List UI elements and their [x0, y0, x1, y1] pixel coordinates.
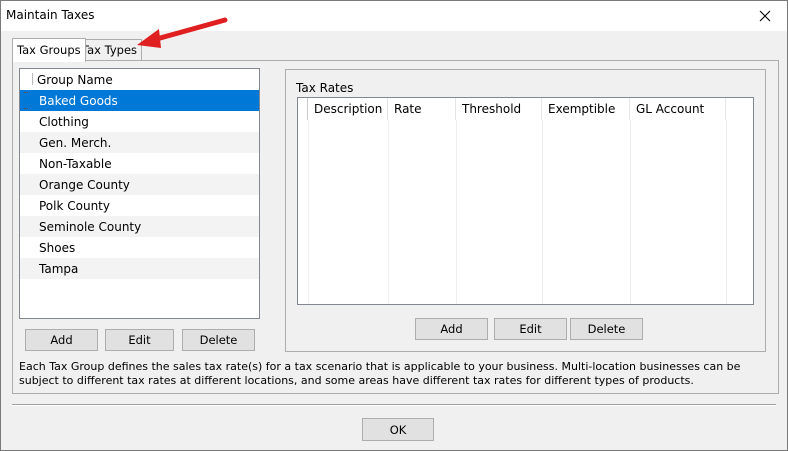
tax-group-list[interactable]: Group Name Baked Goods Clothing Gen. Mer… [19, 68, 260, 319]
maintain-taxes-dialog: Maintain Taxes Tax Groups Tax Types Grou… [0, 0, 788, 451]
title-bar: Maintain Taxes [1, 1, 787, 31]
footer-separator [12, 404, 776, 406]
tax-groups-panel: Group Name Baked Goods Clothing Gen. Mer… [12, 60, 779, 394]
description-column-header[interactable]: Description [308, 98, 388, 120]
group-row-label: Polk County [39, 198, 110, 213]
group-row-non-taxable[interactable]: Non-Taxable [20, 153, 259, 174]
group-row-label: Baked Goods [39, 93, 118, 108]
window-title: Maintain Taxes [6, 8, 95, 22]
group-list-header: Group Name [20, 69, 259, 91]
group-row-label: Shoes [39, 240, 76, 255]
ok-button[interactable]: OK [362, 418, 434, 441]
grid-column-line [630, 120, 631, 304]
close-icon [759, 10, 770, 22]
tax-rates-grid-header: Description Rate Threshold Exemptible GL… [298, 98, 753, 120]
tax-rates-grid[interactable]: Description Rate Threshold Exemptible GL… [297, 97, 754, 305]
group-row-label: Non-Taxable [39, 156, 112, 171]
group-row-label: Gen. Merch. [39, 135, 112, 150]
grid-column-line [388, 120, 389, 304]
group-row-label: Seminole County [39, 219, 142, 234]
tax-rates-title: Tax Rates [295, 81, 355, 95]
group-row-label: Orange County [39, 177, 130, 192]
tab-tax-groups-label: Tax Groups [17, 43, 81, 57]
edit-rate-button[interactable]: Edit [494, 318, 567, 340]
tab-tax-groups[interactable]: Tax Groups [12, 38, 86, 62]
gl-account-column-header[interactable]: GL Account [630, 98, 726, 120]
delete-rate-button[interactable]: Delete [570, 318, 643, 340]
exemptible-column-header[interactable]: Exemptible [542, 98, 630, 120]
group-row-orange-county[interactable]: Orange County [20, 174, 259, 195]
edit-group-button[interactable]: Edit [105, 329, 174, 351]
tab-tax-types-label: Tax Types [82, 43, 138, 57]
red-arrow-annotation [137, 17, 228, 48]
group-row-polk-county[interactable]: Polk County [20, 195, 259, 216]
add-group-button[interactable]: Add [25, 329, 98, 351]
grid-column-line [456, 120, 457, 304]
add-rate-button[interactable]: Add [415, 318, 488, 340]
grid-column-line [308, 120, 309, 304]
group-row-seminole-county[interactable]: Seminole County [20, 216, 259, 237]
grid-indicator-column [298, 98, 308, 120]
group-row-tampa[interactable]: Tampa [20, 258, 259, 279]
threshold-column-header[interactable]: Threshold [456, 98, 542, 120]
group-row-label: Clothing [39, 114, 89, 129]
tax-group-description: Each Tax Group defines the sales tax rat… [19, 360, 741, 387]
group-row-shoes[interactable]: Shoes [20, 237, 259, 258]
row-indicator-column [32, 73, 33, 85]
current-row-indicator [24, 92, 28, 109]
delete-group-button[interactable]: Delete [182, 329, 255, 351]
group-row-baked-goods[interactable]: Baked Goods [20, 90, 259, 111]
group-row-label: Tampa [39, 261, 79, 276]
group-name-column-header[interactable]: Group Name [20, 73, 113, 87]
grid-column-line [726, 120, 727, 304]
grid-column-line [542, 120, 543, 304]
group-row-gen-merch[interactable]: Gen. Merch. [20, 132, 259, 153]
group-row-clothing[interactable]: Clothing [20, 111, 259, 132]
close-button[interactable] [742, 1, 787, 31]
rate-column-header[interactable]: Rate [388, 98, 456, 120]
